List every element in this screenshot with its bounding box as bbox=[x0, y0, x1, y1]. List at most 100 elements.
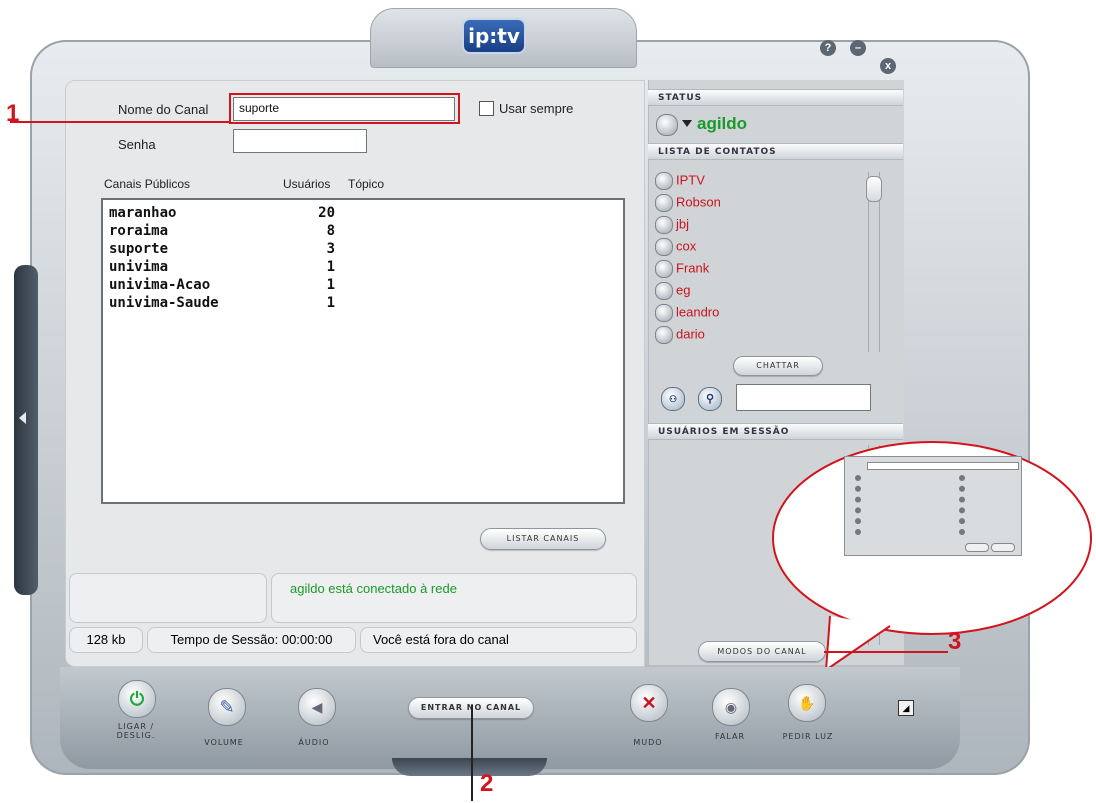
channel-name: maranhao bbox=[109, 205, 177, 221]
contact-name: jbj bbox=[676, 216, 690, 232]
contact-name: eg bbox=[676, 282, 691, 298]
audio-icon[interactable]: ◀ bbox=[298, 688, 336, 726]
channel-users: 1 bbox=[326, 259, 335, 275]
dialog-thumbnail bbox=[844, 456, 1022, 556]
list-channels-button[interactable]: LISTAR CANAIS bbox=[480, 528, 606, 550]
list-item[interactable]: leandro bbox=[655, 304, 719, 324]
bottom-handle[interactable] bbox=[392, 758, 547, 776]
list-item[interactable]: suporte 3 bbox=[109, 241, 609, 261]
list-item[interactable]: Frank bbox=[655, 260, 709, 280]
speak-label: FALAR bbox=[714, 732, 745, 741]
help-button[interactable]: ? bbox=[820, 40, 836, 56]
speaker-icon bbox=[655, 216, 673, 234]
channel-users: 8 bbox=[326, 223, 335, 239]
channel-state: Você está fora do canal bbox=[360, 627, 637, 653]
channel-name: suporte bbox=[109, 241, 169, 257]
close-button[interactable]: x bbox=[880, 58, 896, 74]
status-box-left bbox=[69, 573, 267, 623]
channel-name: univima-Saude bbox=[109, 295, 219, 311]
contacts-header: LISTA DE CONTATOS bbox=[648, 143, 903, 160]
collapse-arrow-icon[interactable] bbox=[19, 412, 26, 424]
session-time: Tempo de Sessão: 00:00:00 bbox=[147, 627, 356, 653]
contact-search-input[interactable] bbox=[736, 384, 871, 411]
annotation-number-2: 2 bbox=[480, 770, 494, 797]
list-item[interactable]: Robson bbox=[655, 194, 721, 214]
list-item[interactable]: univima 1 bbox=[109, 259, 609, 279]
volume-label: VOLUME bbox=[204, 738, 244, 747]
annotation-line-1 bbox=[10, 121, 231, 123]
raise-hand-icon[interactable]: ✋ bbox=[788, 684, 826, 722]
topic-header: Tópico bbox=[348, 177, 385, 191]
list-item[interactable]: maranhao 20 bbox=[109, 205, 609, 225]
thumbnail-button bbox=[965, 543, 989, 552]
contact-name: cox bbox=[676, 238, 697, 254]
list-item[interactable]: eg bbox=[655, 282, 690, 302]
contact-name: leandro bbox=[676, 304, 720, 320]
thumbnail-field bbox=[867, 462, 1019, 470]
speaker-icon bbox=[655, 194, 673, 212]
list-item[interactable]: univima-Acao 1 bbox=[109, 277, 609, 297]
contact-name: Frank bbox=[676, 260, 710, 276]
speaker-icon bbox=[655, 282, 673, 300]
request-label: PEDIR LUZ bbox=[782, 732, 834, 741]
audio-label: ÁUDIO bbox=[298, 738, 330, 747]
always-use-checkbox[interactable] bbox=[479, 101, 494, 116]
speaker-icon bbox=[655, 326, 673, 344]
speaker-icon bbox=[655, 238, 673, 256]
users-header: Usuários bbox=[283, 177, 331, 191]
minimize-button[interactable]: – bbox=[850, 40, 866, 56]
channel-users: 1 bbox=[326, 295, 335, 311]
thumbnail-options bbox=[855, 475, 927, 535]
contact-name: Robson bbox=[676, 194, 721, 210]
list-item[interactable]: cox bbox=[655, 238, 696, 258]
highlight-box-1 bbox=[229, 93, 460, 124]
speaker-icon[interactable] bbox=[656, 114, 678, 136]
mute-label: MUDO bbox=[633, 738, 663, 747]
speaker-icon bbox=[655, 304, 673, 322]
speaker-icon bbox=[655, 260, 673, 278]
power-button[interactable]: ⏻ bbox=[118, 680, 156, 718]
password-label: Senha bbox=[118, 137, 156, 152]
channel-users: 1 bbox=[326, 277, 335, 293]
app-logo: ip:tv bbox=[462, 18, 526, 54]
status-header: STATUS bbox=[648, 89, 903, 106]
always-use-label: Usar sempre bbox=[499, 101, 574, 116]
add-contact-icon[interactable]: ⚇ bbox=[661, 387, 685, 411]
thumbnail-options bbox=[959, 475, 1015, 535]
list-item[interactable]: IPTV bbox=[655, 172, 705, 192]
resize-grip-icon[interactable]: ◢ bbox=[898, 700, 914, 716]
mute-icon[interactable]: ✕ bbox=[630, 684, 668, 722]
annotation-number-3: 3 bbox=[948, 628, 962, 655]
annotation-line-3 bbox=[824, 651, 948, 653]
channel-users: 3 bbox=[326, 241, 335, 257]
list-item[interactable]: jbj bbox=[655, 216, 689, 236]
status-message: agildo está conectado à rede bbox=[290, 581, 457, 596]
password-input[interactable] bbox=[233, 129, 367, 153]
channel-name: univima-Acao bbox=[109, 277, 211, 293]
contact-name: dario bbox=[676, 326, 705, 342]
list-item[interactable]: dario bbox=[655, 326, 705, 346]
channel-users: 20 bbox=[318, 205, 335, 221]
lips-icon[interactable]: ◉ bbox=[712, 688, 750, 726]
list-item[interactable]: univima-Saude 1 bbox=[109, 295, 609, 315]
microphone-icon[interactable]: ✎ bbox=[208, 688, 246, 726]
chat-button[interactable]: CHATTAR bbox=[733, 356, 823, 376]
bandwidth-indicator: 128 kb bbox=[69, 627, 143, 653]
speaker-icon bbox=[655, 172, 673, 190]
contacts-scrollbar-thumb[interactable] bbox=[866, 176, 882, 202]
power-label: LIGAR / DESLIG. bbox=[116, 722, 156, 740]
channel-name: roraima bbox=[109, 223, 169, 239]
channel-name-label: Nome do Canal bbox=[118, 102, 209, 117]
search-contact-icon[interactable]: ⚲ bbox=[698, 387, 722, 411]
annotation-line-2 bbox=[471, 705, 473, 801]
annotation-number-1: 1 bbox=[6, 100, 20, 127]
thumbnail-button bbox=[991, 543, 1015, 552]
channel-list[interactable]: maranhao 20 roraima 8 suporte 3 univima … bbox=[101, 198, 625, 504]
side-panel-handle[interactable] bbox=[14, 265, 38, 595]
status-dropdown-icon[interactable] bbox=[682, 120, 692, 127]
channel-name: univima bbox=[109, 259, 169, 275]
public-channels-header: Canais Públicos bbox=[104, 177, 191, 191]
contact-name: IPTV bbox=[676, 172, 705, 188]
list-item[interactable]: roraima 8 bbox=[109, 223, 609, 243]
user-name: agildo bbox=[697, 114, 748, 133]
